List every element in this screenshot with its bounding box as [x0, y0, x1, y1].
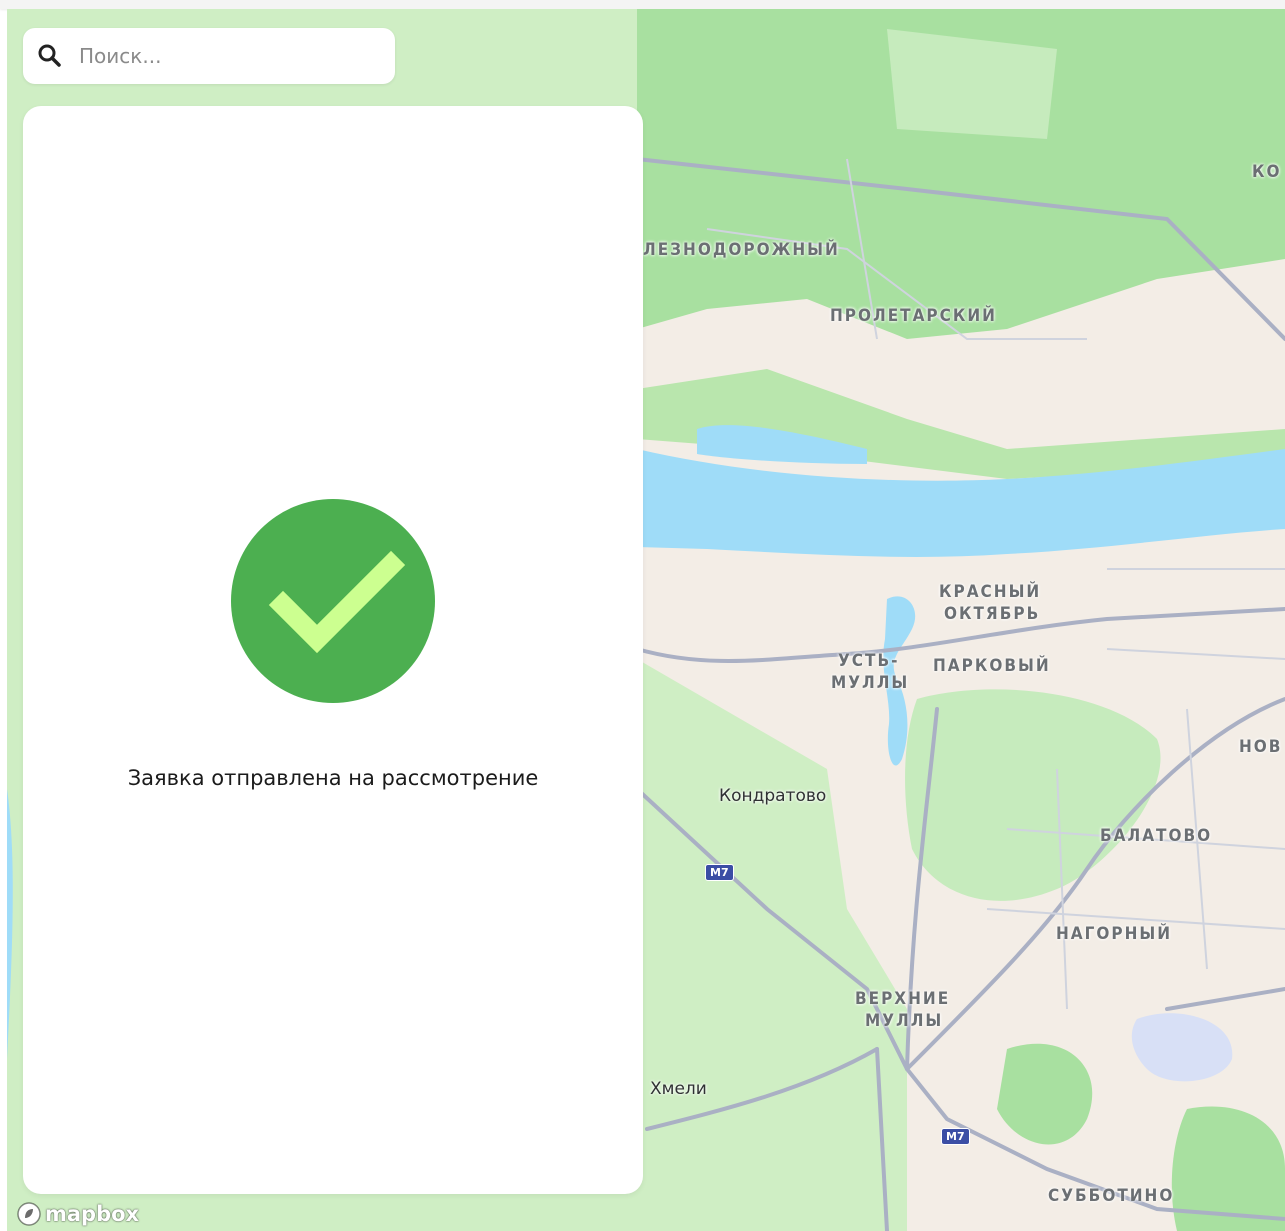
search-box[interactable]	[23, 28, 395, 84]
road-shield-m7: М7	[941, 1128, 970, 1145]
place-label-ust-mully-line1: УСТЬ-	[838, 651, 900, 671]
town-label-khmeli: Хмели	[650, 1079, 707, 1099]
mapbox-logo-text: mapbox	[45, 1202, 140, 1226]
status-message: Заявка отправлена на рассмотрение	[127, 766, 539, 790]
checkmark-icon	[268, 550, 406, 654]
town-label-kondratovo: Кондратово	[719, 786, 827, 806]
place-label-ust-mully-line2: МУЛЛЫ	[831, 673, 910, 693]
search-input[interactable]	[77, 43, 381, 69]
place-label-verkhnie-mully-line1: ВЕРХНИЕ	[855, 989, 951, 1009]
request-status-panel: Заявка отправлена на рассмотрение	[23, 106, 643, 1194]
place-label-krasny-oktyabr-line2: ОКТЯБРЬ	[944, 604, 1041, 624]
mapbox-logo-icon	[17, 1202, 41, 1226]
place-label-nov: НОВ	[1239, 737, 1283, 757]
search-icon	[37, 43, 63, 69]
place-label-nagorny: НАГОРНЫЙ	[1056, 924, 1173, 944]
place-label-zheleznodorozhny: ЛЕЗНОДОРОЖНЫЙ	[643, 240, 840, 260]
place-label-parkovy: ПАРКОВЫЙ	[933, 656, 1051, 676]
place-label-krasny-oktyabr-line1: КРАСНЫЙ	[939, 582, 1042, 602]
success-badge	[231, 499, 435, 703]
place-label-subbotino: СУББОТИНО	[1048, 1186, 1175, 1206]
place-label-proletarsky: ПРОЛЕТАРСКИЙ	[830, 306, 997, 326]
top-edge	[0, 0, 1285, 9]
mapbox-logo[interactable]: mapbox	[16, 1200, 139, 1228]
place-label-ko: КО	[1252, 162, 1282, 182]
road-shield-m7: М7	[705, 864, 734, 881]
place-label-balatovo: БАЛАТОВО	[1100, 826, 1213, 846]
place-label-verkhnie-mully-line2: МУЛЛЫ	[865, 1011, 944, 1031]
